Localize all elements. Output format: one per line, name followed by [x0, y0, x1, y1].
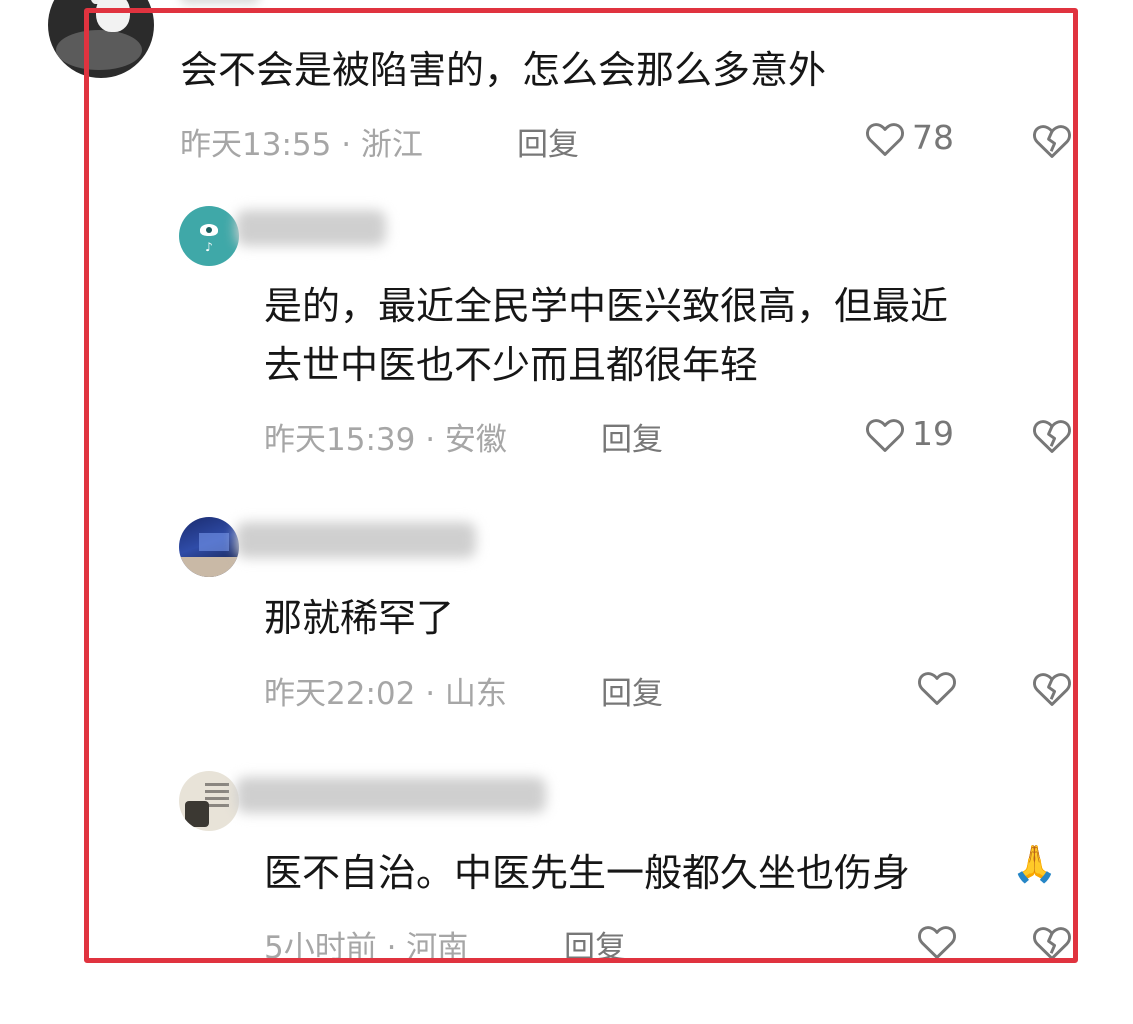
comment-text: 会不会是被陷害的，怎么会那么多意外 [180, 48, 827, 92]
reply-button[interactable]: 回复 [601, 668, 663, 713]
heart-outline-icon [918, 926, 956, 959]
commenter-name-blurred [236, 777, 546, 813]
comment-meta: 昨天15:39 · 安徽 [264, 422, 507, 458]
heart-outline-icon [866, 122, 904, 156]
commenter-name-blurred [180, 0, 260, 4]
heart-outline-icon [918, 672, 956, 705]
broken-heart-icon[interactable] [1031, 416, 1073, 454]
comment-meta: 5小时前 · 河南 [264, 930, 469, 966]
broken-heart-icon[interactable] [1031, 669, 1073, 707]
comment-meta: 昨天13:55 · 浙江 [180, 127, 423, 163]
like-count: 19 [912, 414, 954, 453]
commenter-avatar[interactable] [179, 771, 239, 831]
comment-text: 医不自治。中医先生一般都久坐也伤身 [264, 851, 911, 895]
comment-text: 那就稀罕了 [264, 596, 455, 640]
heart-outline-icon [866, 418, 904, 452]
comment-meta: 昨天22:02 · 山东 [264, 676, 507, 712]
comment-text: 是的，最近全民学中医兴致很高，但最近 [264, 284, 949, 328]
reply-button[interactable]: 回复 [517, 119, 579, 164]
pray-emoji-icon: 🙏 [1012, 844, 1057, 885]
reply-button[interactable]: 回复 [601, 414, 663, 459]
commenter-avatar[interactable] [48, 0, 154, 78]
like-button[interactable]: 19 [864, 414, 954, 453]
commenter-avatar[interactable]: ♪ [179, 206, 239, 266]
commenter-avatar[interactable] [179, 517, 239, 577]
commenter-name-blurred [236, 522, 476, 558]
like-count: 78 [912, 118, 954, 157]
commenter-name-blurred [236, 210, 386, 246]
like-button[interactable]: 78 [864, 118, 954, 157]
like-button[interactable] [916, 668, 964, 706]
reply-button[interactable]: 回复 [564, 922, 626, 967]
broken-heart-icon[interactable] [1031, 121, 1073, 159]
broken-heart-icon[interactable] [1031, 923, 1073, 961]
like-button[interactable] [916, 922, 964, 960]
comment-text: 去世中医也不少而且都很年轻 [264, 343, 759, 387]
